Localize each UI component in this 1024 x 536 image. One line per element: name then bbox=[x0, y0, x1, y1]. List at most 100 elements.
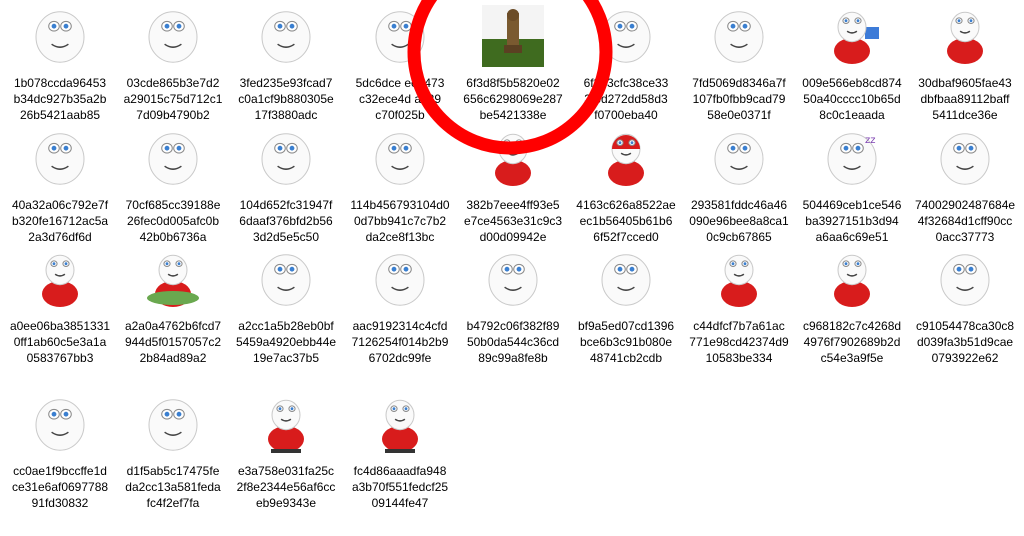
file-item[interactable]: 30dbaf9605fae43 dbfbaa89112baff 5411dce36e bbox=[913, 5, 1017, 123]
file-item[interactable]: 7fd5069d8346a7f 107fb0fbb9cad79 58e0e0371f bbox=[687, 5, 791, 123]
file-item[interactable]: aac9192314c4cfd 7126254f014b2b9 6702dc99fe bbox=[348, 248, 452, 366]
file-item[interactable]: 009e566eb8cd874 50a40cccc10b65d 8c0c1eaada bbox=[800, 5, 904, 123]
cartoon-face-image-icon[interactable] bbox=[934, 127, 996, 189]
file-name: 70cf685cc39188e 26fec0d005afc0b 42b0b6736a bbox=[121, 197, 225, 245]
file-item[interactable]: 6f3 f3cfc38ce33 3 3d272dd58d3 f0700eba40 bbox=[574, 5, 678, 123]
file-item[interactable]: e3a758e031fa25c 2f8e2344e56af6cc eb9e9343e bbox=[234, 393, 338, 511]
file-name-line: 0c9cb67865 bbox=[706, 230, 772, 244]
file-item[interactable]: 5dc6dce eee473 c32ece4d ab89 c70f025b bbox=[348, 5, 452, 123]
file-name-line: c968182c7c4268d bbox=[802, 319, 902, 333]
file-item[interactable]: b4792c06f382f89 50b0da544c36cd 89c99a8fe8b bbox=[461, 248, 565, 366]
file-item[interactable]: 6f3d8f5b5820e02 656c6298069e287 be5421338e bbox=[461, 5, 565, 123]
file-name-line: 03cde865b3e7d2 bbox=[126, 76, 220, 90]
file-name-line: 17f3880adc bbox=[254, 108, 318, 122]
file-item[interactable]: a2cc1a5b28eb0bf 5459a4920ebb44e 19e7ac37b5 bbox=[234, 248, 338, 366]
file-name-line: 6daaf376bfd2b56 bbox=[239, 214, 333, 228]
cartoon-laptop-image-icon[interactable] bbox=[821, 5, 883, 67]
cartoon-face-image-icon[interactable] bbox=[29, 393, 91, 455]
file-item[interactable]: a2a0a4762b6fcd7 944d5f0157057c2 2b84ad89a2 bbox=[121, 248, 225, 366]
file-item[interactable]: 40a32a06c792e7f b320fe16712ac5a 2a3d76df6d bbox=[8, 127, 112, 245]
cartoon-face-image-icon[interactable] bbox=[369, 127, 431, 189]
file-name: a2cc1a5b28eb0bf 5459a4920ebb44e 19e7ac37b5 bbox=[234, 318, 338, 366]
file-name-line: bce6b3c91b080e bbox=[579, 335, 673, 349]
cartoon-face-image-icon[interactable] bbox=[29, 5, 91, 67]
file-item[interactable]: 1b078ccda96453 b34dc927b35a2b 26b5421aab85 bbox=[8, 5, 112, 123]
file-item[interactable]: 293581fddc46a46 090e96bee8a8ca1 0c9cb67865 bbox=[687, 127, 791, 245]
cartoon-lying-image-icon[interactable] bbox=[934, 5, 996, 67]
file-name: 293581fddc46a46 090e96bee8a8ca1 0c9cb67865 bbox=[687, 197, 791, 245]
file-name-line: 0acc37773 bbox=[935, 230, 995, 244]
file-item[interactable]: fc4d86aaadfa948 a3b70f551fedcf25 09144fe47 bbox=[348, 393, 452, 511]
file-item[interactable]: 3fed235e93fcad7 c0a1cf9b880305e 17f3880adc bbox=[234, 5, 338, 123]
cartoon-face-image-icon[interactable] bbox=[255, 127, 317, 189]
file-name-line: 4f32684d1cff90cc bbox=[917, 214, 1013, 228]
file-name-line: 009e566eb8cd874 bbox=[802, 76, 902, 90]
statue-image-icon[interactable] bbox=[482, 5, 544, 67]
cartoon-surf-image-icon[interactable] bbox=[142, 248, 204, 310]
file-item[interactable]: bf9a5ed07cd1396 bce6b3c91b080e 48741cb2cdb bbox=[574, 248, 678, 366]
cartoon-face-image-icon[interactable] bbox=[142, 393, 204, 455]
file-item[interactable]: 70cf685cc39188e 26fec0d005afc0b 42b0b6736a bbox=[121, 127, 225, 245]
cartoon-red-image-icon[interactable] bbox=[29, 248, 91, 310]
cartoon-face-image-icon[interactable] bbox=[595, 5, 657, 67]
file-item[interactable]: 4163c626a8522ae ec1b56405b61b6 6f52f7cced0 bbox=[574, 127, 678, 245]
cartoon-face-image-icon[interactable] bbox=[255, 248, 317, 310]
file-item[interactable]: 104d652fc31947f 6daaf376bfd2b56 3d2d5e5c50 bbox=[234, 127, 338, 245]
file-name-line: a2a0a4762b6fcd7 bbox=[124, 319, 222, 333]
file-name-line: a2cc1a5b28eb0bf bbox=[238, 319, 334, 333]
file-name-line: 10583be334 bbox=[705, 351, 773, 365]
cartoon-face-image-icon[interactable] bbox=[255, 5, 317, 67]
file-name-line: bf9a5ed07cd1396 bbox=[577, 319, 675, 333]
file-name: b4792c06f382f89 50b0da544c36cd 89c99a8fe8b bbox=[461, 318, 565, 366]
file-item[interactable]: c44dfcf7b7a61ac 771e98cd42374d9 10583be334 bbox=[687, 248, 791, 366]
file-name-line: b34dc927b35a2b bbox=[13, 92, 107, 106]
cartoon-lying-image-icon[interactable] bbox=[821, 248, 883, 310]
cartoon-face-image-icon[interactable] bbox=[934, 248, 996, 310]
file-name-line: 74002902487684e bbox=[914, 198, 1016, 212]
file-name-line: 656c6298069e287 bbox=[463, 92, 563, 106]
cartoon-face-image-icon[interactable] bbox=[708, 127, 770, 189]
file-name-line: 2a3d76df6d bbox=[28, 230, 92, 244]
file-name-line: 7fd5069d8346a7f bbox=[692, 76, 786, 90]
file-name-line: da2ce8f13bc bbox=[365, 230, 435, 244]
file-item[interactable]: c91054478ca30c8 d039fa3b51d9cae 0793922e62 bbox=[913, 248, 1017, 366]
cartoon-face-image-icon[interactable] bbox=[482, 248, 544, 310]
file-name: 104d652fc31947f 6daaf376bfd2b56 3d2d5e5c50 bbox=[234, 197, 338, 245]
file-name-line: 5dc6dce eee473 bbox=[355, 76, 445, 90]
file-item[interactable]: c968182c7c4268d 4976f7902689b2d c54e3a9f5e bbox=[800, 248, 904, 366]
cartoon-sleep-image-icon[interactable]: zz bbox=[821, 127, 883, 189]
file-name-line: 5411dce36e bbox=[932, 108, 998, 122]
file-item[interactable]: a0ee06ba3851331 0ff1ab60c5e3a1a 0583767bb3 bbox=[8, 248, 112, 366]
file-name-line: 504469ceb1ce546 bbox=[802, 198, 902, 212]
file-item[interactable]: 74002902487684e 4f32684d1cff90cc 0acc37773 bbox=[913, 127, 1017, 245]
cartoon-face-image-icon[interactable] bbox=[595, 248, 657, 310]
file-name-line: d039fa3b51d9cae bbox=[916, 335, 1014, 349]
cartoon-face-image-icon[interactable] bbox=[369, 5, 431, 67]
file-item[interactable]: zz 504469ceb1ce546 ba3927151b3d94 a6aa6c69e… bbox=[800, 127, 904, 245]
file-name-line: fc4f2ef7fa bbox=[146, 496, 200, 510]
file-item[interactable]: 382b7eee4ff93e5 e7ce4563e31c9c3 d00d09942e bbox=[461, 127, 565, 245]
cartoon-red-image-icon[interactable] bbox=[708, 248, 770, 310]
file-item[interactable]: d1f5ab5c17475fe da2cc13a581feda fc4f2ef7fa bbox=[121, 393, 225, 511]
file-item[interactable]: 114b456793104d0 0d7bb941c7c7b2 da2ce8f13bc bbox=[348, 127, 452, 245]
cartoon-face-image-icon[interactable] bbox=[29, 127, 91, 189]
file-name-line: 48741cb2cdb bbox=[589, 351, 663, 365]
cartoon-skate-image-icon[interactable] bbox=[369, 393, 431, 455]
cartoon-face-image-icon[interactable] bbox=[142, 127, 204, 189]
file-name-line: c91054478ca30c8 bbox=[915, 319, 1015, 333]
cartoon-face-image-icon[interactable] bbox=[142, 5, 204, 67]
file-name-line: 50b0da544c36cd bbox=[466, 335, 560, 349]
file-item[interactable]: 03cde865b3e7d2 a29015c75d712c1 7d09b4790b2 bbox=[121, 5, 225, 123]
file-name-line: dbfbaa89112baff bbox=[920, 92, 1010, 106]
cartoon-skate-image-icon[interactable] bbox=[255, 393, 317, 455]
cartoon-face-image-icon[interactable] bbox=[708, 5, 770, 67]
cartoon-face-image-icon[interactable] bbox=[369, 248, 431, 310]
file-name: 1b078ccda96453 b34dc927b35a2b 26b5421aab85 bbox=[8, 75, 112, 123]
cartoon-red-image-icon[interactable] bbox=[482, 127, 544, 189]
file-item[interactable]: cc0ae1f9bccffe1d ce31e6af0697788 91fd30832 bbox=[8, 393, 112, 511]
file-name: 03cde865b3e7d2 a29015c75d712c1 7d09b4790b2 bbox=[121, 75, 225, 123]
file-name-line: a6aa6c69e51 bbox=[815, 230, 889, 244]
file-name-line: 944d5f0157057c2 bbox=[124, 335, 222, 349]
cartoon-helmet-image-icon[interactable] bbox=[595, 127, 657, 189]
file-name: 40a32a06c792e7f b320fe16712ac5a 2a3d76df6d bbox=[8, 197, 112, 245]
